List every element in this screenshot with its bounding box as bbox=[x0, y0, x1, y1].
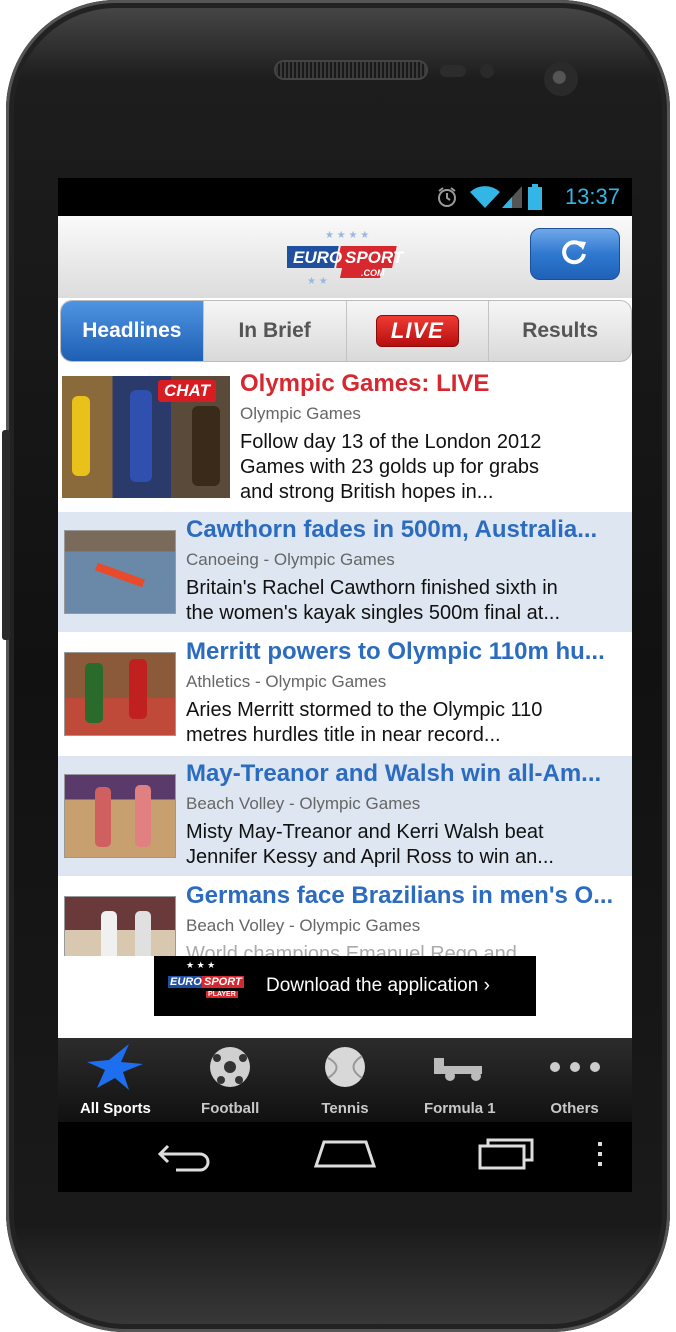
article-desc: Misty May-Treanor and Kerri Walsh beat J… bbox=[186, 820, 626, 870]
tennis-ball-icon bbox=[322, 1044, 368, 1094]
home-button[interactable] bbox=[313, 1136, 377, 1175]
overflow-menu-icon bbox=[598, 1142, 602, 1166]
nav-tennis[interactable]: Tennis bbox=[288, 1038, 403, 1122]
light-sensor bbox=[480, 64, 494, 78]
article-desc: Aries Merritt stormed to the Olympic 110… bbox=[186, 698, 626, 748]
proximity-sensor bbox=[440, 65, 466, 77]
desc-line: Follow day 13 of the London 2012 bbox=[240, 431, 542, 453]
nav-label: Others bbox=[550, 1100, 599, 1117]
section-tabs: Headlines In Brief LIVE Results bbox=[60, 300, 632, 362]
nav-label: Tennis bbox=[321, 1100, 369, 1117]
back-icon bbox=[157, 1144, 210, 1172]
logo-sport: SPORT bbox=[345, 248, 404, 267]
desc-line: Britain's Rachel Cawthorn finished sixth… bbox=[186, 577, 558, 599]
refresh-button[interactable] bbox=[530, 228, 620, 280]
desc-line: Games with 23 golds up for grabs bbox=[240, 456, 540, 478]
article-item-cawthorn[interactable]: Cawthorn fades in 500m, Australia... Can… bbox=[58, 512, 632, 632]
article-item-olympic-live[interactable]: CHAT Olympic Games: LIVE Olympic Games F… bbox=[58, 366, 632, 503]
alarm-icon bbox=[436, 186, 458, 214]
eurosport-player-logo: EURO SPORT PLAYER ★ ★ ★ bbox=[166, 958, 250, 1014]
desc-line: metres hurdles title in near record... bbox=[186, 724, 501, 746]
nav-label: Formula 1 bbox=[423, 1100, 496, 1117]
tab-label: Headlines bbox=[82, 319, 182, 342]
article-thumbnail bbox=[64, 774, 176, 858]
article-title: Germans face Brazilians in men's O... bbox=[186, 882, 614, 909]
desc-line: Aries Merritt stormed to the Olympic 110 bbox=[186, 699, 543, 721]
live-badge: LIVE bbox=[375, 315, 459, 347]
earpiece-speaker bbox=[276, 62, 426, 78]
banner-logo-player: PLAYER bbox=[206, 991, 238, 998]
tab-in-brief[interactable]: In Brief bbox=[204, 301, 347, 361]
nav-label: All Sports bbox=[79, 1100, 151, 1117]
article-category: Canoeing - Olympic Games bbox=[186, 550, 395, 569]
banner-logo-sport: SPORT bbox=[202, 976, 244, 988]
desc-line: World champions Emanuel Rego and bbox=[186, 943, 517, 956]
front-camera bbox=[544, 62, 578, 96]
desc-line: Jennifer Kessy and April Ross to win an.… bbox=[186, 846, 554, 868]
article-thumbnail bbox=[64, 530, 176, 614]
stars-icon: ★ ★ ★ bbox=[186, 960, 216, 970]
tab-results[interactable]: Results bbox=[489, 301, 631, 361]
wifi-icon bbox=[470, 184, 500, 214]
app-header: ★ ★ ★ ★ ★ ★ EURO SPORT .COM bbox=[58, 216, 632, 298]
sports-nav-bar: All Sports Football Tennis Formula 1 Oth… bbox=[58, 1038, 632, 1122]
article-title: Merritt powers to Olympic 110m hu... bbox=[186, 638, 605, 665]
menu-button[interactable] bbox=[596, 1140, 604, 1173]
article-thumbnail bbox=[64, 652, 176, 736]
refresh-icon bbox=[561, 238, 589, 271]
logo-euro: EURO bbox=[293, 248, 343, 267]
article-list: CHAT Olympic Games: LIVE Olympic Games F… bbox=[58, 366, 632, 956]
nav-others[interactable]: Others bbox=[517, 1038, 632, 1122]
desc-line: and strong British hopes in... bbox=[240, 481, 494, 503]
article-category: Olympic Games bbox=[240, 404, 361, 423]
more-dots-icon bbox=[545, 1044, 605, 1094]
article-title: Olympic Games: LIVE bbox=[240, 370, 490, 397]
svg-text:★ ★ ★ ★: ★ ★ ★ ★ bbox=[325, 230, 369, 241]
article-category: Beach Volley - Olympic Games bbox=[186, 794, 421, 813]
article-category: Athletics - Olympic Games bbox=[186, 672, 387, 691]
article-desc: Follow day 13 of the London 2012 Games w… bbox=[240, 430, 620, 505]
recent-apps-button[interactable] bbox=[476, 1136, 536, 1175]
article-title: Cawthorn fades in 500m, Australia... bbox=[186, 516, 598, 543]
tab-headlines[interactable]: Headlines bbox=[61, 301, 204, 361]
article-desc: World champions Emanuel Rego and bbox=[186, 942, 626, 956]
article-item-germans-brazilians[interactable]: Germans face Brazilians in men's O... Be… bbox=[58, 878, 632, 956]
back-button[interactable] bbox=[156, 1136, 214, 1177]
formula1-car-icon bbox=[430, 1044, 490, 1094]
football-icon bbox=[207, 1044, 253, 1094]
banner-logo-euro: EURO bbox=[168, 976, 204, 988]
tab-live[interactable]: LIVE bbox=[347, 301, 490, 361]
article-thumbnail bbox=[64, 896, 176, 956]
nav-formula-1[interactable]: Formula 1 bbox=[402, 1038, 517, 1122]
download-app-banner[interactable]: EURO SPORT PLAYER ★ ★ ★ Download the app… bbox=[154, 956, 536, 1016]
chat-badge: CHAT bbox=[158, 380, 216, 402]
android-system-bar bbox=[58, 1122, 632, 1192]
battery-icon bbox=[528, 184, 542, 216]
signal-icon bbox=[502, 186, 522, 214]
nav-all-sports[interactable]: All Sports bbox=[58, 1038, 173, 1122]
clock: 13:37 bbox=[564, 184, 620, 209]
logo-com: .COM bbox=[361, 268, 385, 278]
tab-label: In Brief bbox=[238, 319, 311, 342]
nav-football[interactable]: Football bbox=[173, 1038, 288, 1122]
nav-label: Football bbox=[201, 1100, 260, 1117]
desc-line: the women's kayak singles 500m final at.… bbox=[186, 602, 561, 624]
article-title: May-Treanor and Walsh win all-Am... bbox=[186, 760, 602, 787]
svg-text:★ ★: ★ ★ bbox=[307, 276, 328, 287]
article-desc: Britain's Rachel Cawthorn finished sixth… bbox=[186, 576, 626, 626]
star-icon bbox=[85, 1044, 145, 1094]
recent-apps-icon bbox=[478, 1138, 534, 1170]
eurosport-app: ★ ★ ★ ★ ★ ★ EURO SPORT .COM Headlines In… bbox=[58, 216, 632, 1038]
banner-text: Download the application › bbox=[266, 975, 490, 996]
tab-label: Results bbox=[522, 319, 599, 342]
eurosport-logo: ★ ★ ★ ★ ★ ★ EURO SPORT .COM bbox=[282, 226, 404, 290]
home-icon bbox=[313, 1140, 377, 1168]
article-item-may-treanor[interactable]: May-Treanor and Walsh win all-Am... Beac… bbox=[58, 756, 632, 876]
article-category: Beach Volley - Olympic Games bbox=[186, 916, 421, 935]
article-item-merritt[interactable]: Merritt powers to Olympic 110m hu... Ath… bbox=[58, 634, 632, 754]
desc-line: Misty May-Treanor and Kerri Walsh beat bbox=[186, 821, 544, 843]
screen: 13:37 ★ ★ ★ ★ ★ ★ EURO SPORT .COM Headli… bbox=[58, 178, 632, 1192]
status-bar: 13:37 bbox=[58, 178, 632, 216]
volume-button[interactable] bbox=[2, 430, 10, 640]
